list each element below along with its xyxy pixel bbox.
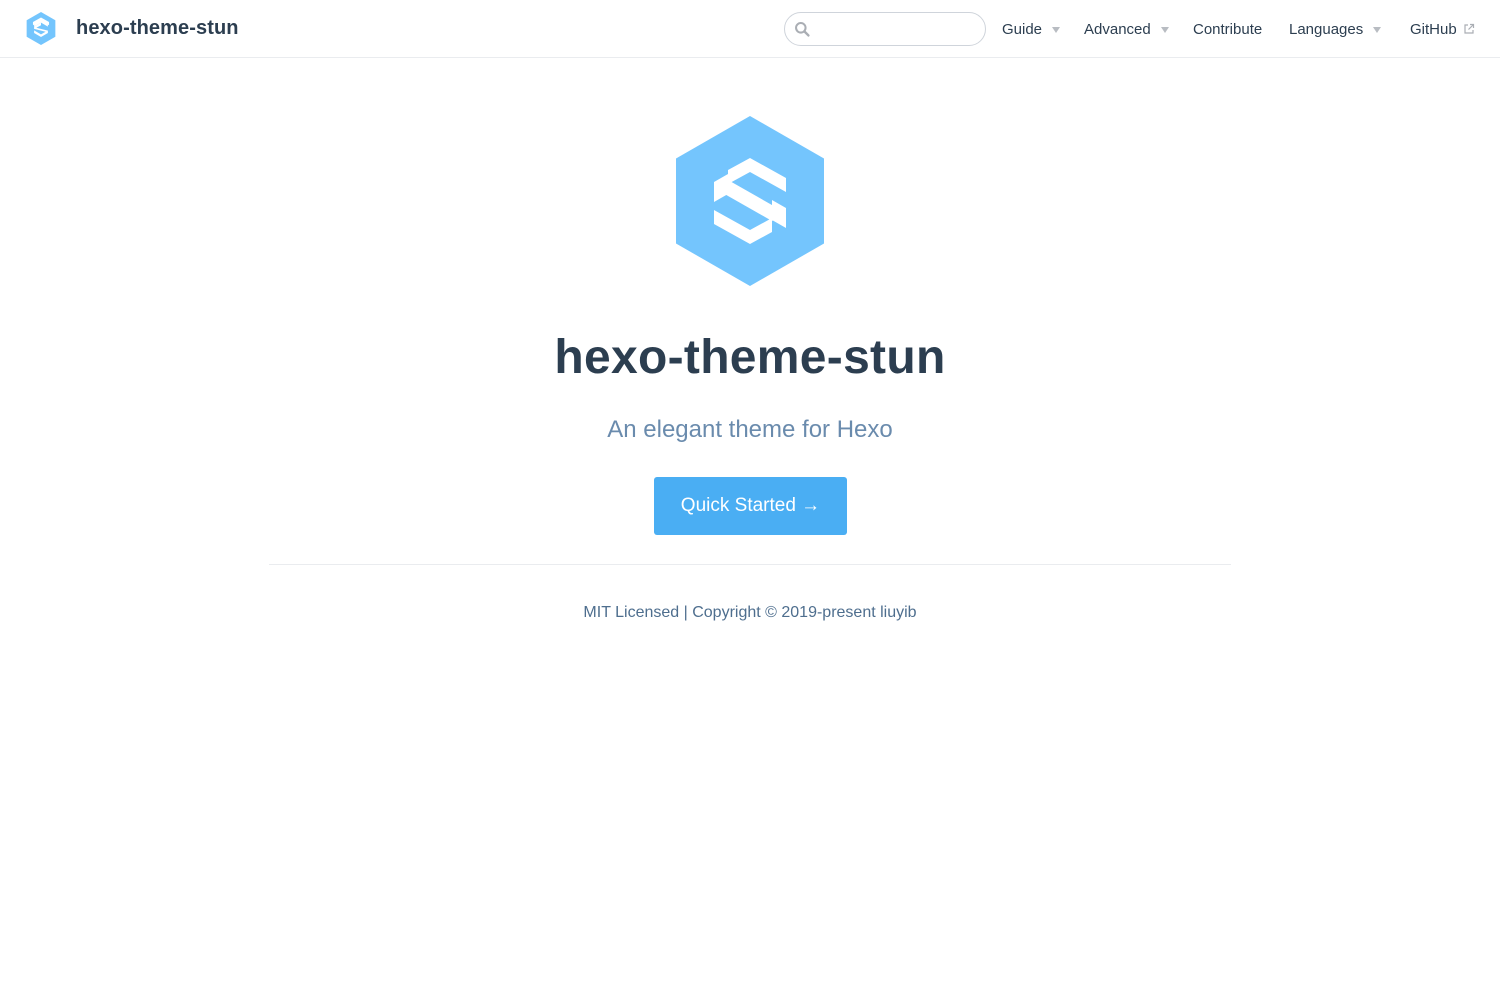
search-box[interactable] [784,12,986,46]
nav-item-languages[interactable]: Languages [1289,19,1382,39]
hero-title: hexo-theme-stun [554,331,946,384]
search-icon [795,22,810,37]
nav-item-guide[interactable]: Guide [1002,19,1061,39]
nav-item-advanced-label: Advanced [1084,20,1151,38]
caret-down-icon [1052,27,1061,33]
stun-logo-icon [26,12,56,45]
search-input[interactable] [817,17,977,41]
hero-description: An elegant theme for Hexo [607,416,893,443]
footer-divider [269,564,1231,565]
navbar: hexo-theme-stun Guide Advanced Contribut… [0,0,1500,58]
nav-item-languages-label: Languages [1289,20,1364,38]
nav-item-contribute-label: Contribute [1193,20,1263,38]
nav-item-github-label: GitHub [1410,20,1457,38]
stun-hero-logo-icon [676,116,824,286]
external-link-icon [1464,23,1474,34]
site-title: hexo-theme-stun [76,17,239,39]
home-link[interactable]: hexo-theme-stun [26,12,239,45]
nav-item-contribute[interactable]: Contribute [1193,19,1262,39]
caret-down-icon [1373,27,1382,33]
nav-item-guide-label: Guide [1002,20,1043,38]
caret-down-icon [1160,27,1169,33]
quick-started-button[interactable]: Quick Started → [654,477,847,535]
nav-item-advanced[interactable]: Advanced [1084,19,1169,39]
footer: MIT Licensed | Copyright © 2019-present … [0,604,1500,622]
footer-text: MIT Licensed | Copyright © 2019-present … [583,604,917,621]
nav-item-github[interactable]: GitHub [1410,19,1475,39]
